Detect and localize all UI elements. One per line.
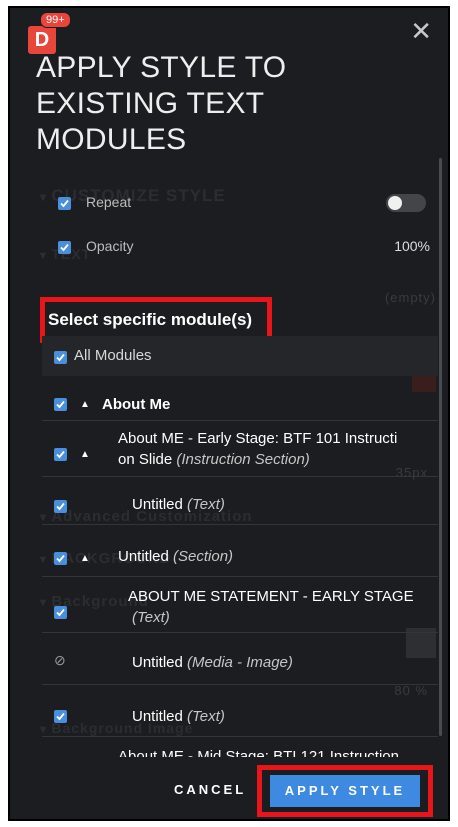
- expand-caret-icon[interactable]: ▲: [80, 553, 90, 564]
- module-name: About ME - Early Stage: BTF 101 Instruct…: [118, 430, 398, 468]
- module-row[interactable]: Untitled (Text): [42, 476, 438, 525]
- module-type: (Section): [173, 548, 234, 565]
- module-name: Untitled (Media - Image): [132, 654, 293, 671]
- module-type: (Text): [132, 609, 170, 626]
- module-row[interactable]: Untitled (Text): [42, 684, 438, 737]
- dialog-footer: CANCEL APPLY STYLE: [10, 757, 448, 819]
- repeat-checkbox[interactable]: [58, 197, 71, 210]
- repeat-setting-row[interactable]: Repeat: [32, 192, 430, 216]
- repeat-label: Repeat: [86, 194, 132, 210]
- module-type: (Text): [187, 496, 225, 513]
- opacity-label: Opacity: [86, 238, 134, 254]
- module-name: ABOUT ME STATEMENT - EARLY STAGE (Text): [128, 588, 414, 626]
- notification-count-badge: 99+: [40, 12, 71, 28]
- opacity-value: 100%: [394, 238, 430, 254]
- all-modules-row[interactable]: All Modules: [42, 336, 438, 376]
- list-scrollbar[interactable]: [439, 158, 442, 736]
- opacity-checkbox[interactable]: [58, 241, 71, 254]
- module-name: Untitled (Text): [132, 708, 225, 725]
- all-modules-checkbox[interactable]: [54, 351, 67, 364]
- repeat-toggle[interactable]: [386, 194, 426, 212]
- module-row[interactable]: ⊘ Untitled (Media - Image): [42, 632, 438, 685]
- module-row[interactable]: ▲ About ME - Early Stage: BTF 101 Instru…: [42, 420, 438, 477]
- module-checkbox[interactable]: [54, 398, 67, 411]
- ghost-empty-value: (empty): [384, 290, 436, 305]
- module-row[interactable]: ABOUT ME STATEMENT - EARLY STAGE (Text): [42, 576, 438, 633]
- apply-style-dialog: D 99+ ✕ APPLY STYLE TO EXISTING TEXT MOD…: [8, 6, 450, 821]
- module-row[interactable]: ▲ About Me: [42, 376, 438, 421]
- module-name: About Me: [102, 396, 171, 413]
- module-row[interactable]: ▲ Untitled (Section): [42, 524, 438, 577]
- module-checkbox[interactable]: [54, 448, 67, 461]
- module-name: Untitled (Section): [118, 548, 234, 565]
- dialog-title: APPLY STYLE TO EXISTING TEXT MODULES: [36, 51, 287, 156]
- expand-caret-icon[interactable]: ▲: [80, 399, 90, 410]
- module-checkbox[interactable]: [54, 552, 67, 565]
- opacity-setting-row[interactable]: Opacity 100%: [32, 236, 430, 260]
- apply-style-button[interactable]: APPLY STYLE: [270, 775, 420, 807]
- all-modules-label: All Modules: [74, 347, 152, 364]
- screen: D 99+ ✕ APPLY STYLE TO EXISTING TEXT MOD…: [0, 0, 458, 827]
- app-logo-letter: D: [34, 29, 50, 51]
- toggle-knob: [388, 196, 402, 210]
- apply-style-highlight: APPLY STYLE: [257, 765, 433, 817]
- close-icon[interactable]: ✕: [410, 18, 432, 44]
- module-checkbox[interactable]: [54, 500, 67, 513]
- module-checkbox[interactable]: [54, 710, 67, 723]
- module-name: Untitled (Text): [132, 496, 225, 513]
- expand-caret-icon[interactable]: ▲: [80, 449, 90, 460]
- module-type: (Text): [187, 708, 225, 725]
- module-type: (Instruction Section): [176, 451, 310, 468]
- module-checkbox[interactable]: [54, 606, 67, 619]
- not-applicable-icon: ⊘: [54, 652, 66, 668]
- module-type: (Media - Image): [187, 654, 293, 671]
- cancel-button[interactable]: CANCEL: [174, 782, 246, 797]
